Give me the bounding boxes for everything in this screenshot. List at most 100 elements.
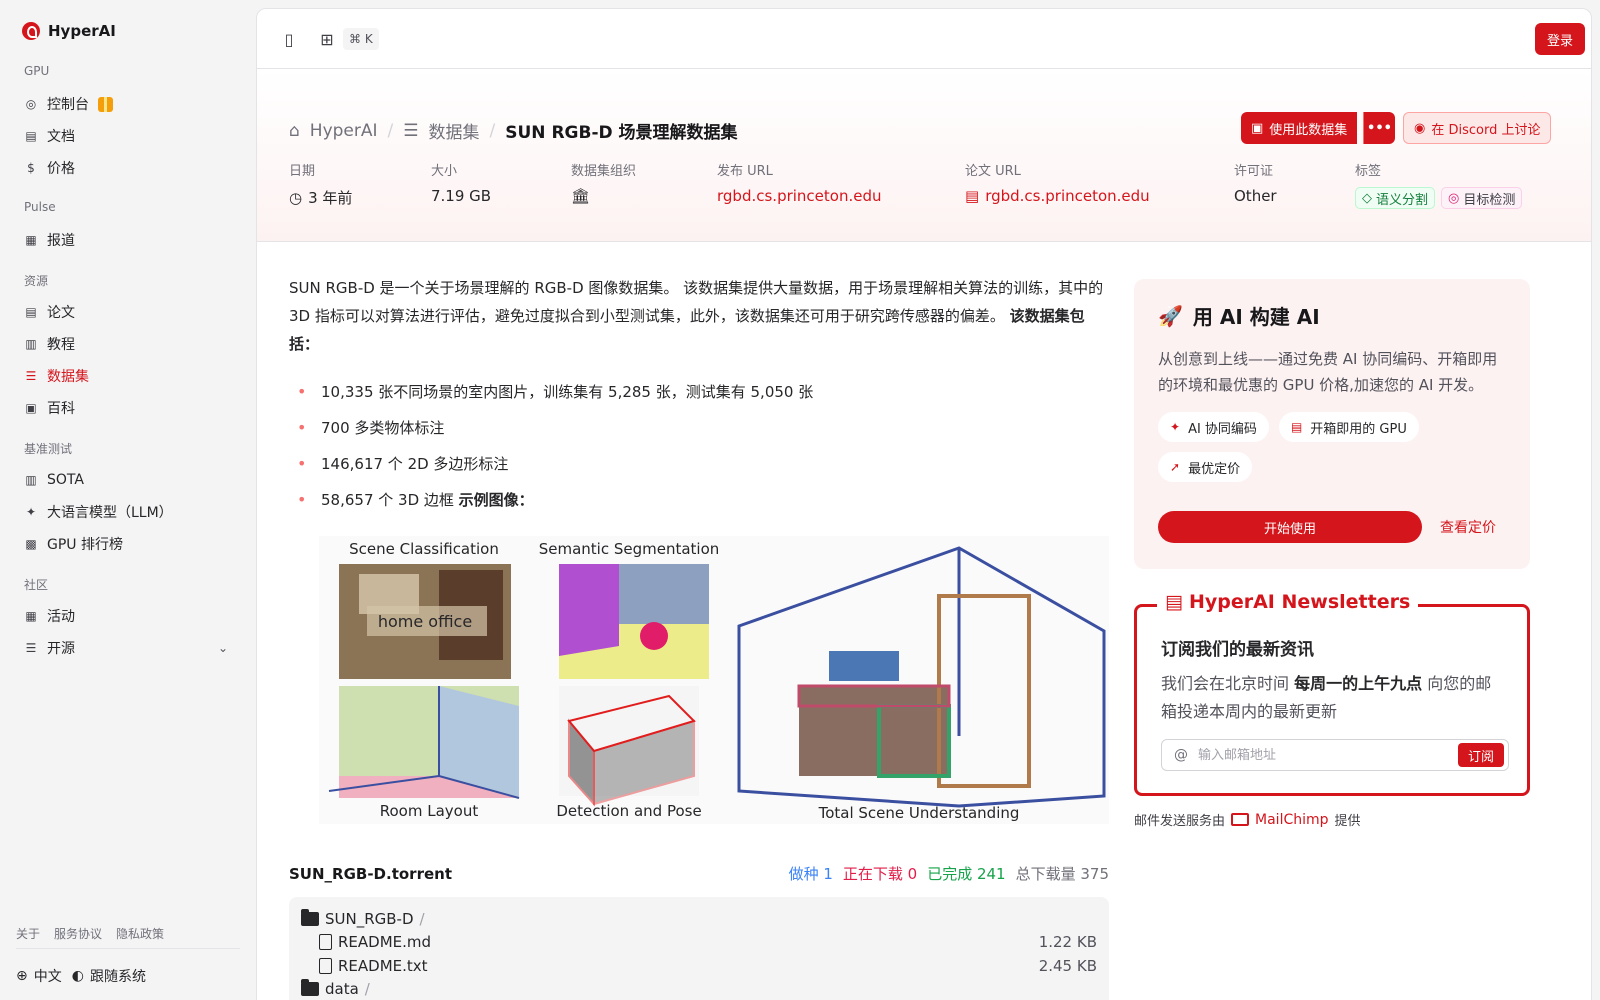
sidebar-item-label: 数据集 <box>47 369 89 385</box>
meta-paper-url: 论文 URL ▤ rgbd.cs.princeton.edu <box>965 160 1150 205</box>
sidebar-item-console[interactable]: ◎ 控制台 <box>16 89 240 119</box>
paper-url-link[interactable]: ▤ rgbd.cs.princeton.edu <box>965 187 1150 205</box>
footer-link-privacy[interactable]: 隐私政策 <box>116 925 164 942</box>
sidebar-item-gpu-ranking[interactable]: ▩ GPU 排行榜 <box>16 529 240 559</box>
feature-chip: ✦ AI 协同编码 <box>1158 412 1269 442</box>
list-icon: ☰ <box>25 641 37 655</box>
figure-label-detect: Detection and Pose <box>556 802 701 820</box>
login-button[interactable]: 登录 <box>1534 23 1585 55</box>
file-row[interactable]: SUN_RGB-D / <box>301 907 1097 931</box>
page-title: SUN RGB-D 场景理解数据集 <box>505 123 738 143</box>
intro-paragraph: SUN RGB-D 是一个关于场景理解的 RGB-D 图像数据集。 该数据集提供… <box>289 274 1109 358</box>
language-switch[interactable]: ⊕ 中文 <box>16 966 62 986</box>
file-size: 1.22 KB <box>1038 933 1097 952</box>
sidebar-item-llm[interactable]: ✦ 大语言模型（LLM） <box>16 497 240 527</box>
path-separator: / <box>419 909 425 928</box>
paper-icon: ▤ <box>965 187 980 205</box>
language-label: 中文 <box>33 969 62 985</box>
breadcrumb-home[interactable]: HyperAI <box>310 121 378 141</box>
chip-icon: ▩ <box>25 537 37 551</box>
cta-title-text: 用 AI 构建 AI <box>1192 305 1320 329</box>
theme-switch[interactable]: ◐ 跟随系统 <box>72 966 146 986</box>
breadcrumb-separator: / <box>387 120 394 141</box>
torrent-name: SUN_RGB-D.torrent <box>289 864 453 883</box>
section-title-pulse: Pulse <box>24 200 56 214</box>
sidebar-item-label: 教程 <box>47 337 75 353</box>
list-item: 146,617 个 2D 多边形标注 <box>289 446 1109 482</box>
sidebar-item-sota[interactable]: ▥ SOTA <box>16 465 240 495</box>
tag-icon: ◇ <box>1362 190 1372 206</box>
sidebar-item-datasets[interactable]: ☰ 数据集 <box>16 361 240 391</box>
file-tree: SUN_RGB-D / README.md 1.22 KB README.txt … <box>289 897 1109 1000</box>
license-value: Other <box>1234 187 1277 205</box>
sidebar-item-events[interactable]: ▦ 活动 <box>16 601 240 631</box>
footer-link-terms[interactable]: 服务协议 <box>54 925 102 942</box>
figure-label-room: Room Layout <box>380 802 479 820</box>
apps-grid-icon[interactable]: ⊞ <box>317 29 337 49</box>
list-item: 10,335 张不同场景的室内图片，训练集有 5,285 张，测试集有 5,05… <box>289 374 1109 410</box>
sidebar-item-label: 价格 <box>47 161 75 177</box>
dollar-icon: $ <box>27 161 35 175</box>
file-row[interactable]: README.txt 2.45 KB <box>301 954 1097 978</box>
example-figure-image: Scene Classification Semantic Segmentati… <box>328 540 1106 822</box>
breadcrumb-datasets[interactable]: 数据集 <box>429 118 480 143</box>
sidebar-item-docs[interactable]: ▤ 文档 <box>16 121 240 151</box>
tag-list: ◇ 语义分割 ◎ 目标检测 <box>1355 187 1523 209</box>
brand-logo[interactable]: HyperAI <box>22 22 116 40</box>
intro-text: SUN RGB-D 是一个关于场景理解的 RGB-D 图像数据集。 该数据集提供… <box>289 279 1104 325</box>
section-title-community: 社区 <box>24 578 49 592</box>
sparkle-icon: ✦ <box>25 505 37 519</box>
discord-button[interactable]: ◉ 在 Discord 上讨论 <box>1403 112 1552 144</box>
use-dataset-button[interactable]: ▣ 使用此数据集 <box>1241 112 1358 144</box>
sidebar-item-papers[interactable]: ▤ 论文 <box>16 297 240 327</box>
institution-icon[interactable]: 🏛 <box>571 187 590 205</box>
footer-link-about[interactable]: 关于 <box>16 925 40 942</box>
wiki-icon: ▣ <box>25 401 37 415</box>
sparkle-icon: ✦ <box>1170 420 1181 434</box>
file-name: data <box>325 980 359 999</box>
sidebar-item-opensource[interactable]: ☰ 开源 ⌄ <box>16 633 240 663</box>
file-name: SUN_RGB-D <box>325 909 414 928</box>
meta-label: 大小 <box>431 164 458 179</box>
server-icon: ▤ <box>1290 420 1303 434</box>
torrent-header: SUN_RGB-D.torrent 做种 1 正在下载 0 已完成 241 总下… <box>289 863 1109 884</box>
meta-label: 发布 URL <box>717 164 773 179</box>
cta-features: ✦ AI 协同编码 ▤ 开箱即用的 GPU ➚ 最优定价 <box>1158 412 1458 482</box>
cta-description: 从创意到上线——通过免费 AI 协同编码、开箱即用的环境和最优惠的 GPU 价格… <box>1158 350 1498 394</box>
newsletter-title: ▤ HyperAI Newsletters <box>1157 591 1419 613</box>
feature-list: 10,335 张不同场景的室内图片，训练集有 5,285 张，测试集有 5,05… <box>289 374 1109 518</box>
email-input[interactable] <box>1198 747 1448 763</box>
database-icon: ☰ <box>403 120 419 141</box>
subscribe-button[interactable]: 订阅 <box>1457 743 1504 767</box>
file-name: README.md <box>338 933 432 952</box>
mailchimp-link[interactable]: MailChimp <box>1231 812 1329 828</box>
file-row[interactable]: README.md 1.22 KB <box>301 931 1097 955</box>
paper-icon: ▤ <box>25 305 37 319</box>
sidebar-item-news[interactable]: ▦ 报道 <box>16 225 240 255</box>
tag-semantic-segmentation[interactable]: ◇ 语义分割 <box>1355 187 1436 209</box>
sidebar-item-wiki[interactable]: ▣ 百科 <box>16 393 240 423</box>
start-button[interactable]: 开始使用 <box>1158 511 1422 543</box>
torrent-stats: 做种 1 正在下载 0 已完成 241 总下载量 375 <box>789 863 1109 884</box>
rocket-icon: 🚀 <box>1158 303 1183 328</box>
file-row[interactable]: data / <box>301 978 1097 1000</box>
globe-icon: ⊕ <box>16 968 28 984</box>
tag-object-detection[interactable]: ◎ 目标检测 <box>1441 187 1523 209</box>
meta-size: 大小 7.19 GB <box>431 160 491 205</box>
sidebar-toggle-icon[interactable]: ▯ <box>279 29 299 49</box>
footer-divider <box>16 948 240 949</box>
sidebar-item-tutorials[interactable]: ▥ 教程 <box>16 329 240 359</box>
view-pricing-link[interactable]: 查看定价 <box>1440 517 1496 537</box>
command-shortcut[interactable]: ⌘ K <box>343 28 379 50</box>
sidebar-item-pricing[interactable]: $ 价格 <box>16 153 240 183</box>
meta-label: 论文 URL <box>965 164 1021 179</box>
provider-post: 提供 <box>1334 814 1361 829</box>
more-actions-button[interactable]: ••• <box>1363 112 1395 144</box>
home-icon: ⌂ <box>289 120 300 141</box>
newspaper-icon: ▤ <box>1165 591 1183 613</box>
calendar-icon: ▦ <box>25 609 37 623</box>
rocket-icon: ➚ <box>1170 460 1181 474</box>
publish-url-link[interactable]: rgbd.cs.princeton.edu <box>717 187 882 205</box>
use-dataset-label: 使用此数据集 <box>1269 122 1348 138</box>
list-item-bold: 示例图像： <box>458 491 534 509</box>
